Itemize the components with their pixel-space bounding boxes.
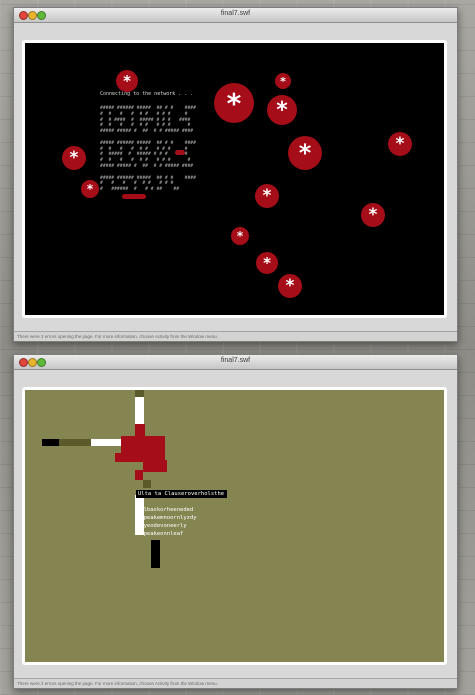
browser-window-bottom: final7.swf Ulta ta Clauseroverholsthe ul…: [13, 354, 458, 689]
red-blob[interactable]: *: [231, 227, 249, 245]
status-bar: There were 2 errors opening the page. Fo…: [14, 331, 457, 341]
pixel-block: [91, 439, 121, 446]
red-blob[interactable]: *: [214, 83, 254, 123]
red-blob[interactable]: *: [288, 136, 322, 170]
red-blob[interactable]: *: [278, 274, 302, 298]
red-blob[interactable]: *: [116, 70, 138, 92]
red-blob[interactable]: *: [388, 132, 412, 156]
red-blob[interactable]: *: [62, 146, 86, 170]
red-blob[interactable]: *: [275, 73, 291, 89]
flash-stage-frame: Ulta ta Clauseroverholsthe ullbaskorheen…: [22, 387, 447, 665]
menu-header[interactable]: Ulta ta Clauseroverholsthe: [136, 490, 228, 498]
window-title: final7.swf: [220, 357, 251, 364]
menu-item[interactable]: llyeodevoneerly: [137, 523, 187, 529]
flash-stage[interactable]: Ulta ta Clauseroverholsthe ullbaskorheen…: [25, 390, 444, 662]
pixel-block: [135, 397, 144, 425]
menu-item[interactable]: ulpeakemnoornlyzdy: [137, 515, 197, 521]
flash-stage[interactable]: Connecting to the network . . . ##### ##…: [25, 43, 444, 315]
flash-stage-frame: Connecting to the network . . . ##### ##…: [22, 40, 447, 318]
menu-item[interactable]: ulpeakeonnleaf: [137, 531, 183, 537]
red-pixel-cluster: [135, 424, 145, 438]
red-pixel-cluster: [121, 436, 165, 454]
red-pixel-cluster: [135, 470, 143, 480]
red-blob[interactable]: *: [267, 95, 297, 125]
red-blob-fragment: [122, 194, 146, 199]
browser-window-top: final7.swf Connecting to the network . .…: [13, 7, 458, 342]
red-blob-fragment: [175, 150, 185, 155]
title-bar[interactable]: final7.swf: [14, 355, 457, 370]
pixel-block: [151, 540, 160, 568]
pixel-block: [143, 480, 151, 488]
menu-item[interactable]: ullbaskorheeneded: [137, 507, 193, 513]
red-pixel-cluster: [143, 460, 167, 472]
red-blob[interactable]: *: [361, 203, 385, 227]
red-blob[interactable]: *: [81, 180, 99, 198]
terminal-line: Connecting to the network . . .: [100, 91, 194, 97]
pixel-block: [59, 439, 91, 446]
status-bar: There were 2 errors opening the page. Fo…: [14, 678, 457, 688]
pixel-block: [135, 390, 144, 397]
red-blob[interactable]: *: [256, 252, 278, 274]
window-title: final7.swf: [220, 10, 251, 17]
pixel-block: [42, 439, 59, 446]
title-bar[interactable]: final7.swf: [14, 8, 457, 23]
red-blob[interactable]: *: [255, 184, 279, 208]
